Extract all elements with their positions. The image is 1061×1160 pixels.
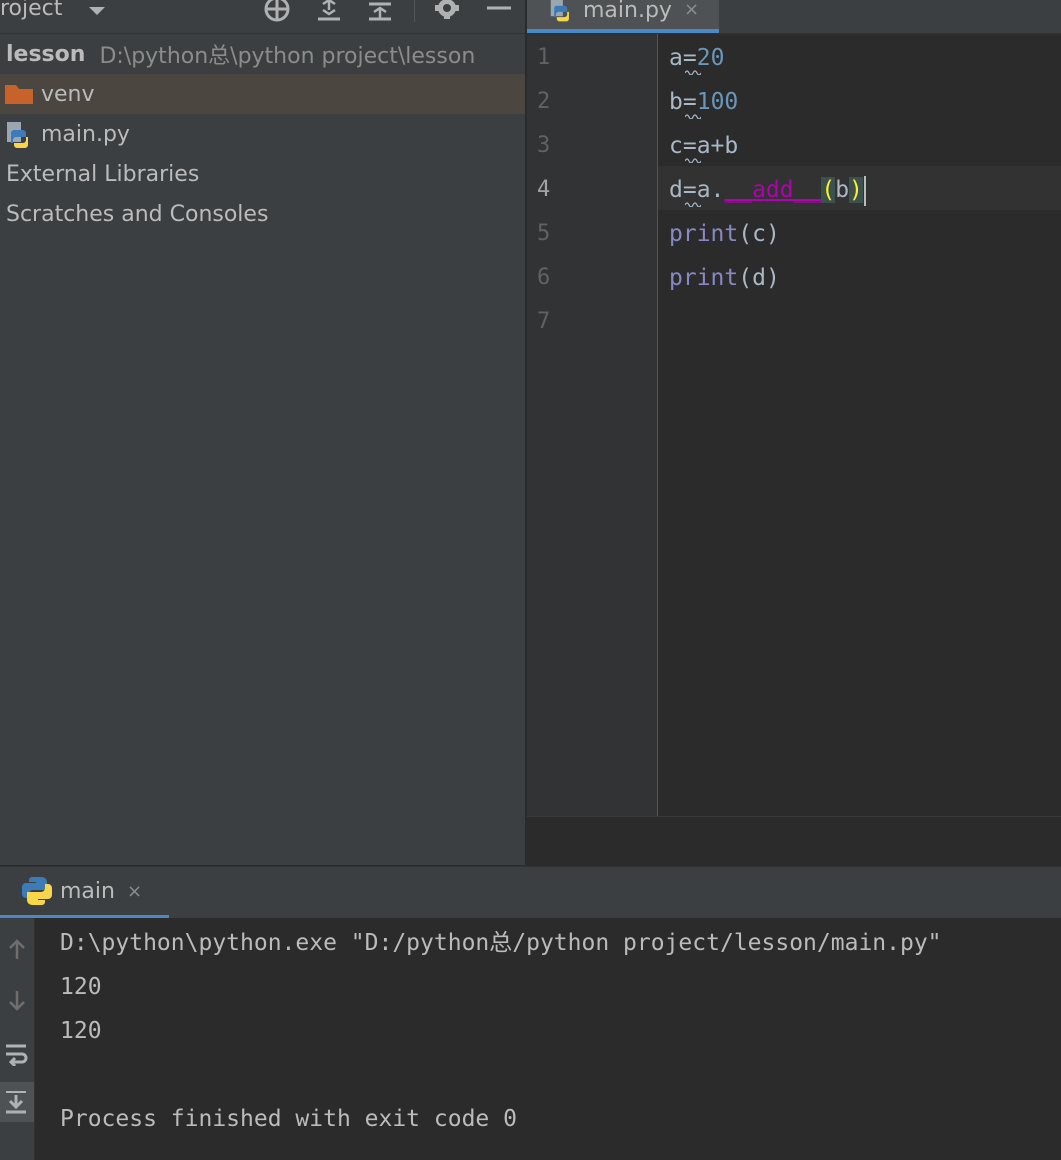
console-line: 120 [60,1018,102,1044]
python-file-icon [5,122,35,148]
code-line-3: c=a+b [669,133,739,159]
code-line-2: b=100 [669,89,739,115]
editor-bottom-area [527,816,1061,866]
scroll-to-end-icon[interactable] [0,1082,34,1122]
line-number-gutter: 1 2 3 4 5 6 7 [527,34,658,816]
line-number: 5 [537,221,551,246]
tree-item-scratches-and-consoles[interactable]: Scratches and Consoles [0,194,525,234]
line-number: 7 [537,309,551,334]
console-line: D:\python\python.exe "D:/python总/python … [60,930,942,956]
folder-icon [5,82,35,106]
tree-item-label: Scratches and Consoles [6,201,269,227]
tree-item-label: venv [41,81,95,107]
python-logo-icon [22,876,52,906]
line-number: 4 [537,177,551,202]
line-number: 2 [537,89,551,114]
project-root-path: D:\python总\python project\lesson [99,44,476,69]
matched-bracket: ) [849,177,863,203]
project-root-node[interactable]: lesson D:\python总\python project\lesson [0,34,525,74]
weak-warning-squiggle [685,158,701,163]
text-caret [863,175,866,206]
collapse-all-icon[interactable] [366,0,394,22]
minimize-icon[interactable] [484,0,514,22]
console-line: Process finished with exit code 0 [60,1106,517,1132]
header-separator [414,0,415,22]
gear-icon[interactable] [432,0,462,22]
matched-bracket: ( [821,177,836,203]
run-toolbar [0,918,35,1160]
expand-all-icon[interactable] [315,0,343,22]
down-arrow-icon[interactable] [0,980,34,1020]
chevron-down-icon[interactable] [86,0,108,22]
project-header-title[interactable]: roject [0,0,62,21]
run-tool-window-header: main × [0,866,1061,919]
close-icon[interactable]: × [684,0,699,20]
code-line-5: print(c) [669,221,780,247]
run-tab-main[interactable]: main × [0,867,169,919]
tree-item-label: main.py [41,121,130,147]
tree-item-venv[interactable]: venv [0,74,525,114]
line-number: 3 [537,133,551,158]
tree-item-external-libraries[interactable]: External Libraries [0,154,525,194]
run-tab-label: main [60,878,115,904]
project-header: roject [0,0,525,34]
soft-wrap-icon[interactable] [0,1034,34,1074]
weak-warning-squiggle [685,114,701,119]
tree-item-label: External Libraries [6,161,200,187]
code-editor[interactable]: 1 2 3 4 5 6 7 a=20 b=100 c=a+b d=a.__add… [527,34,1061,816]
project-root-name: lesson [6,41,86,67]
locate-icon[interactable] [262,0,292,22]
editor-tab-label: main.py [583,0,672,23]
weak-warning-squiggle [685,202,701,207]
weak-warning-squiggle [685,70,701,75]
close-icon[interactable]: × [127,881,142,902]
up-arrow-icon[interactable] [0,930,34,970]
editor-tab-bar: main.py × [527,0,1061,34]
line-number: 1 [537,45,551,70]
python-file-icon [549,0,575,24]
run-console-output[interactable]: D:\python\python.exe "D:/python总/python … [35,918,1061,1160]
tree-item-main-py[interactable]: main.py [0,114,525,154]
line-number: 6 [537,265,551,290]
code-line-6: print(d) [669,265,780,291]
editor-tab-main-py[interactable]: main.py × [527,0,719,33]
project-tool-window: roject lesson D:\python总\python project\… [0,0,525,865]
console-line: 120 [60,974,102,1000]
